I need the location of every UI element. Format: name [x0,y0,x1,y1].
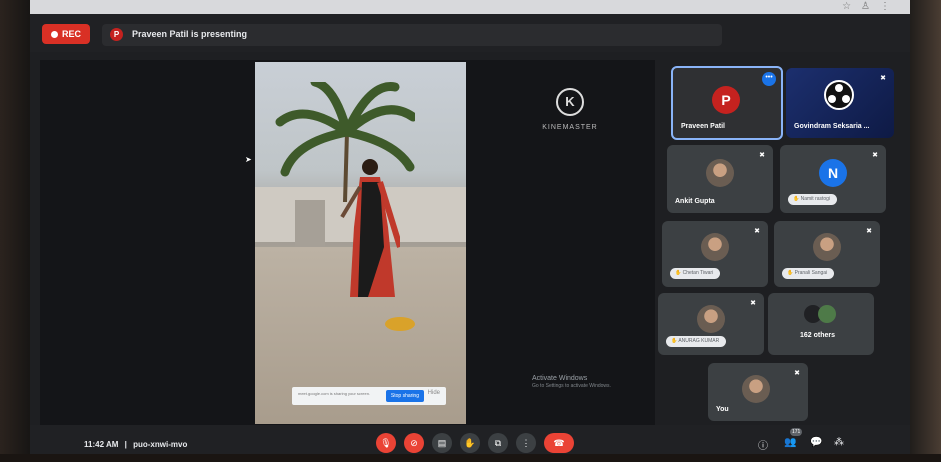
hide-share-bar-button[interactable]: Hide [428,390,440,396]
mouse-cursor-icon: ➤ [245,155,252,164]
mic-toggle-button[interactable]: 🎙 [376,433,396,453]
camera-toggle-button[interactable]: ⊘ [404,433,424,453]
avatar [742,375,770,403]
participant-name: Govindram Seksaria ... [794,123,870,130]
record-dot-icon [51,31,58,38]
mic-off-icon: ✖ [872,152,878,159]
participant-name: Ankit Gupta [675,198,715,205]
participant-name: You [716,406,729,413]
people-icon[interactable]: 👥 [784,437,796,448]
participant-name: ✋ Namit rastogi [788,194,838,205]
tile-anurag-kumar[interactable]: ✖ ✋ ANURAG KUMAR [658,293,764,355]
meeting-details-icon[interactable]: ⓘ [758,437,768,452]
participant-count-badge: 171 [790,428,803,436]
person-icon[interactable]: ♙ [861,1,880,12]
more-options-icon[interactable]: ••• [762,72,776,86]
participant-name: ✋ Pranali Sangai [782,268,835,279]
mic-off-icon: ✖ [794,370,800,377]
monitor-bezel-bottom [0,454,941,462]
mic-off-icon: ✖ [759,152,765,159]
obs-logo-icon [824,80,854,110]
activate-windows-watermark: Activate Windows Go to Settings to activ… [532,375,611,389]
others-avatar [818,305,836,323]
participant-name: ✋ ANURAG KUMAR [666,336,727,347]
captions-button[interactable]: ▤ [432,433,452,453]
tile-you[interactable]: ✖ You [708,363,808,421]
avatar [813,233,841,261]
avatar: P [712,86,740,114]
kinemaster-logo: K KINEMASTER [540,88,600,131]
tile-praveen-patil[interactable]: ••• P Praveen Patil [671,66,783,140]
dancing-person [340,159,400,297]
stop-sharing-button[interactable]: Stop sharing [385,390,424,402]
tile-govindram-seksaria[interactable]: ✖ Govindram Seksaria ... [786,68,894,138]
kebab-icon[interactable]: ⋮ [880,1,900,12]
yellow-bowl [385,317,415,331]
kinemaster-icon: K [556,88,584,116]
separator: | [124,440,127,449]
presenting-banner: P Praveen Patil is presenting [102,24,722,46]
tile-namit-rastogi[interactable]: ✖ N ✋ Namit rastogi [780,145,886,213]
avatar [701,233,729,261]
share-message: meet.google.com is sharing your screen. [298,391,371,396]
mic-off-icon: ✖ [754,228,760,235]
chat-icon[interactable]: 💬 [810,437,822,448]
more-options-button[interactable]: ⋮ [516,433,536,453]
tile-ankit-gupta[interactable]: ✖ Ankit Gupta [667,145,773,213]
tile-pranali-sangai[interactable]: ✖ ✋ Pranali Sangai [774,221,880,287]
star-icon[interactable]: ☆ [842,1,861,12]
others-count: 162 others [800,332,836,339]
screen: ☆♙⋮ REC P Praveen Patil is presenting ➤ [30,0,910,462]
screen-share-bar: meet.google.com is sharing your screen. … [292,387,446,405]
browser-icons: ☆♙⋮ [842,1,900,12]
avatar [706,159,734,187]
shared-video: meet.google.com is sharing your screen. … [255,62,466,424]
recording-badge[interactable]: REC [42,24,91,44]
activities-icon[interactable]: ⁂ [834,437,844,448]
avatar: N [819,159,847,187]
mic-off-icon: ✖ [866,228,872,235]
present-button[interactable]: ⧉ [488,433,508,453]
raise-hand-button[interactable]: ✋ [460,433,480,453]
kinemaster-name: KINEMASTER [542,124,598,131]
meet-header: REC P Praveen Patil is presenting [30,14,910,52]
avatar [697,305,725,333]
tile-chetan-tiwari[interactable]: ✖ ✋ Chetan Tiwari [662,221,768,287]
presenter-avatar: P [110,28,123,41]
leave-call-button[interactable]: ☎ [544,433,574,453]
meeting-code: puo-xnwi-mvo [133,440,188,449]
tile-others[interactable]: 162 others [768,293,874,355]
presenting-text: Praveen Patil is presenting [132,29,248,39]
participant-name: Praveen Patil [681,123,725,130]
mic-off-icon: ✖ [880,75,886,82]
browser-bar: ☆♙⋮ [30,0,910,14]
participant-name: ✋ Chetan Tiwari [670,268,721,279]
presentation-stage: ➤ meet.google.com is sharing your screen… [40,60,655,425]
mic-off-icon: ✖ [750,300,756,307]
meeting-time: 11:42 AM [84,440,119,449]
meeting-info: 11:42 AM | puo-xnwi-mvo [84,440,187,449]
